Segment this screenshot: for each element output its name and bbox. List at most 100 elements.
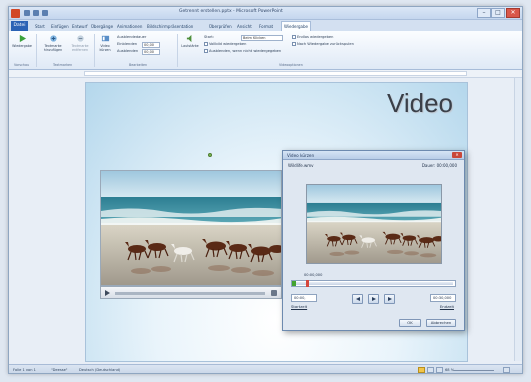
trim-video-dialog: Video kürzen ✕ Wildlife.wmv Dauer: 00:00…	[282, 150, 465, 331]
undo-icon[interactable]	[33, 10, 39, 16]
rewind-checkbox[interactable]	[292, 42, 296, 46]
tab-review[interactable]: Überprüfen	[209, 22, 232, 31]
next-frame-icon	[388, 297, 392, 301]
dialog-timecode: 00:00,000	[304, 273, 323, 277]
hide-option[interactable]: Ausblenden, wenn nicht wiedergegeben	[204, 49, 281, 54]
trim-video-button[interactable]: Video kürzen	[96, 34, 114, 58]
video-volume-icon[interactable]	[271, 290, 277, 296]
ok-button[interactable]: OK	[399, 319, 421, 327]
tab-transitions[interactable]: Übergänge	[91, 22, 113, 31]
video-play-icon[interactable]	[105, 290, 110, 296]
group-bookmarks-label: Textmarken	[53, 63, 73, 67]
video-controls	[100, 286, 282, 299]
group-separator	[177, 34, 178, 67]
dialog-close-icon[interactable]: ✕	[452, 152, 462, 158]
start-trim-handle[interactable]	[292, 281, 296, 286]
play-label: Wiedergabe	[12, 44, 32, 48]
group-edit-label: Bearbeiten	[129, 63, 148, 67]
tab-file[interactable]: Datei	[11, 21, 28, 31]
tab-format[interactable]: Format	[259, 22, 273, 31]
ruler-scale	[84, 71, 467, 76]
slide-title[interactable]: Video	[387, 88, 453, 119]
group-preview-label: Vorschau	[14, 63, 30, 67]
previous-frame-button[interactable]	[352, 294, 363, 304]
next-frame-button[interactable]	[384, 294, 395, 304]
add-bookmark-button[interactable]: Textmarke hinzufügen	[40, 34, 66, 58]
rewind-option[interactable]: Nach Wiedergabe zurückspulen	[292, 42, 354, 47]
play-icon	[19, 34, 26, 43]
volume-button[interactable]: Lautstärke	[180, 34, 200, 58]
remove-bookmark-icon	[76, 35, 84, 42]
redo-icon[interactable]	[42, 10, 48, 16]
ribbon-tabs: Datei Start Einfügen Entwurf Übergänge A…	[9, 20, 522, 31]
dialog-filename: Wildlife.wmv	[288, 163, 314, 168]
fade-out-label: Ausblenden	[117, 49, 139, 53]
cancel-button[interactable]: Abbrechen	[426, 319, 456, 327]
playhead-marker[interactable]	[306, 280, 309, 287]
tab-animations[interactable]: Animationen	[117, 22, 142, 31]
zoom-level[interactable]: 68 %	[445, 368, 454, 372]
trim-video-icon	[101, 35, 109, 42]
dialog-play-button[interactable]	[368, 294, 379, 304]
slide-sorter-icon[interactable]	[427, 367, 434, 373]
status-bar: Folie 1 von 1 "Deesse" Deutsch (Deutschl…	[9, 364, 522, 373]
powerpoint-window: Getrennt erstellen.pptx - Microsoft Powe…	[8, 6, 523, 374]
rotation-handle[interactable]	[208, 153, 212, 157]
maximize-button[interactable]: □	[491, 8, 505, 18]
dialog-play-icon	[372, 297, 376, 301]
dialog-duration: Dauer: 00:00,000	[421, 163, 457, 168]
start-time-label: Startzeit	[291, 304, 308, 309]
end-time-label: Endzeit	[439, 304, 454, 309]
start-time-input[interactable]: 00:00,	[291, 294, 317, 302]
ribbon: Wiedergabe Vorschau Textmarke hinzufügen…	[9, 31, 522, 70]
loop-option[interactable]: Endlos wiedergeben	[292, 35, 333, 40]
add-bookmark-icon	[49, 35, 57, 42]
remove-bookmark-button[interactable]: Textmarke entfernen	[68, 34, 92, 58]
add-bookmark-label: Textmarke hinzufügen	[43, 44, 63, 52]
trim-video-label: Video kürzen	[99, 44, 111, 52]
fade-in-label: Einblenden	[117, 42, 138, 46]
zoom-slider[interactable]	[454, 370, 494, 371]
tab-start[interactable]: Start	[35, 22, 45, 31]
close-button[interactable]: ✕	[506, 8, 520, 18]
hide-checkbox[interactable]	[204, 49, 208, 53]
fade-out-field[interactable]: 00,00	[142, 49, 160, 55]
previous-frame-icon	[356, 297, 360, 301]
tab-design[interactable]: Entwurf	[72, 22, 88, 31]
minimize-button[interactable]: –	[477, 8, 491, 18]
vertical-scrollbar[interactable]	[514, 78, 522, 361]
reading-view-icon[interactable]	[436, 367, 443, 373]
language-status[interactable]: Deutsch (Deutschland)	[79, 368, 120, 372]
slide-video[interactable]	[100, 170, 282, 286]
slide-counter: Folie 1 von 1	[13, 368, 36, 372]
normal-view-icon[interactable]	[418, 367, 425, 373]
tab-view[interactable]: Ansicht	[237, 22, 252, 31]
fit-slide-icon[interactable]	[503, 367, 510, 373]
volume-label: Lautstärke	[181, 44, 199, 48]
title-bar: Getrennt erstellen.pptx - Microsoft Powe…	[9, 7, 522, 20]
end-time-input[interactable]: 00:30,000	[430, 294, 456, 302]
tab-insert[interactable]: Einfügen	[51, 22, 69, 31]
powerpoint-app-icon[interactable]	[11, 9, 20, 18]
dialog-video-preview	[306, 184, 442, 264]
video-frame	[101, 171, 281, 285]
dialog-title: Video kürzen	[287, 153, 315, 158]
fullscreen-option[interactable]: Vollbild wiedergeben	[204, 42, 246, 47]
video-seek-bar[interactable]	[115, 292, 265, 295]
tab-playback[interactable]: Wiedergabe	[281, 21, 312, 31]
trim-timeline[interactable]	[291, 280, 456, 287]
play-button[interactable]: Wiedergabe	[11, 34, 33, 58]
save-icon[interactable]	[24, 10, 30, 16]
loop-checkbox[interactable]	[292, 35, 296, 39]
horizontal-ruler	[9, 70, 522, 78]
fullscreen-checkbox[interactable]	[204, 42, 208, 46]
start-label: Start:	[204, 35, 214, 39]
window-title: Getrennt erstellen.pptx - Microsoft Powe…	[179, 9, 283, 14]
fade-in-field[interactable]: 00,00	[142, 42, 160, 48]
remove-bookmark-label: Textmarke entfernen	[71, 44, 89, 52]
theme-name: "Deesse"	[51, 368, 68, 372]
tab-slideshow[interactable]: Bildschirmpräsentation	[147, 22, 193, 31]
start-select[interactable]: Beim Klicken	[241, 35, 283, 41]
fade-duration-label: Ausblendedauer	[117, 35, 147, 39]
dialog-title-bar: Video kürzen ✕	[283, 151, 464, 160]
